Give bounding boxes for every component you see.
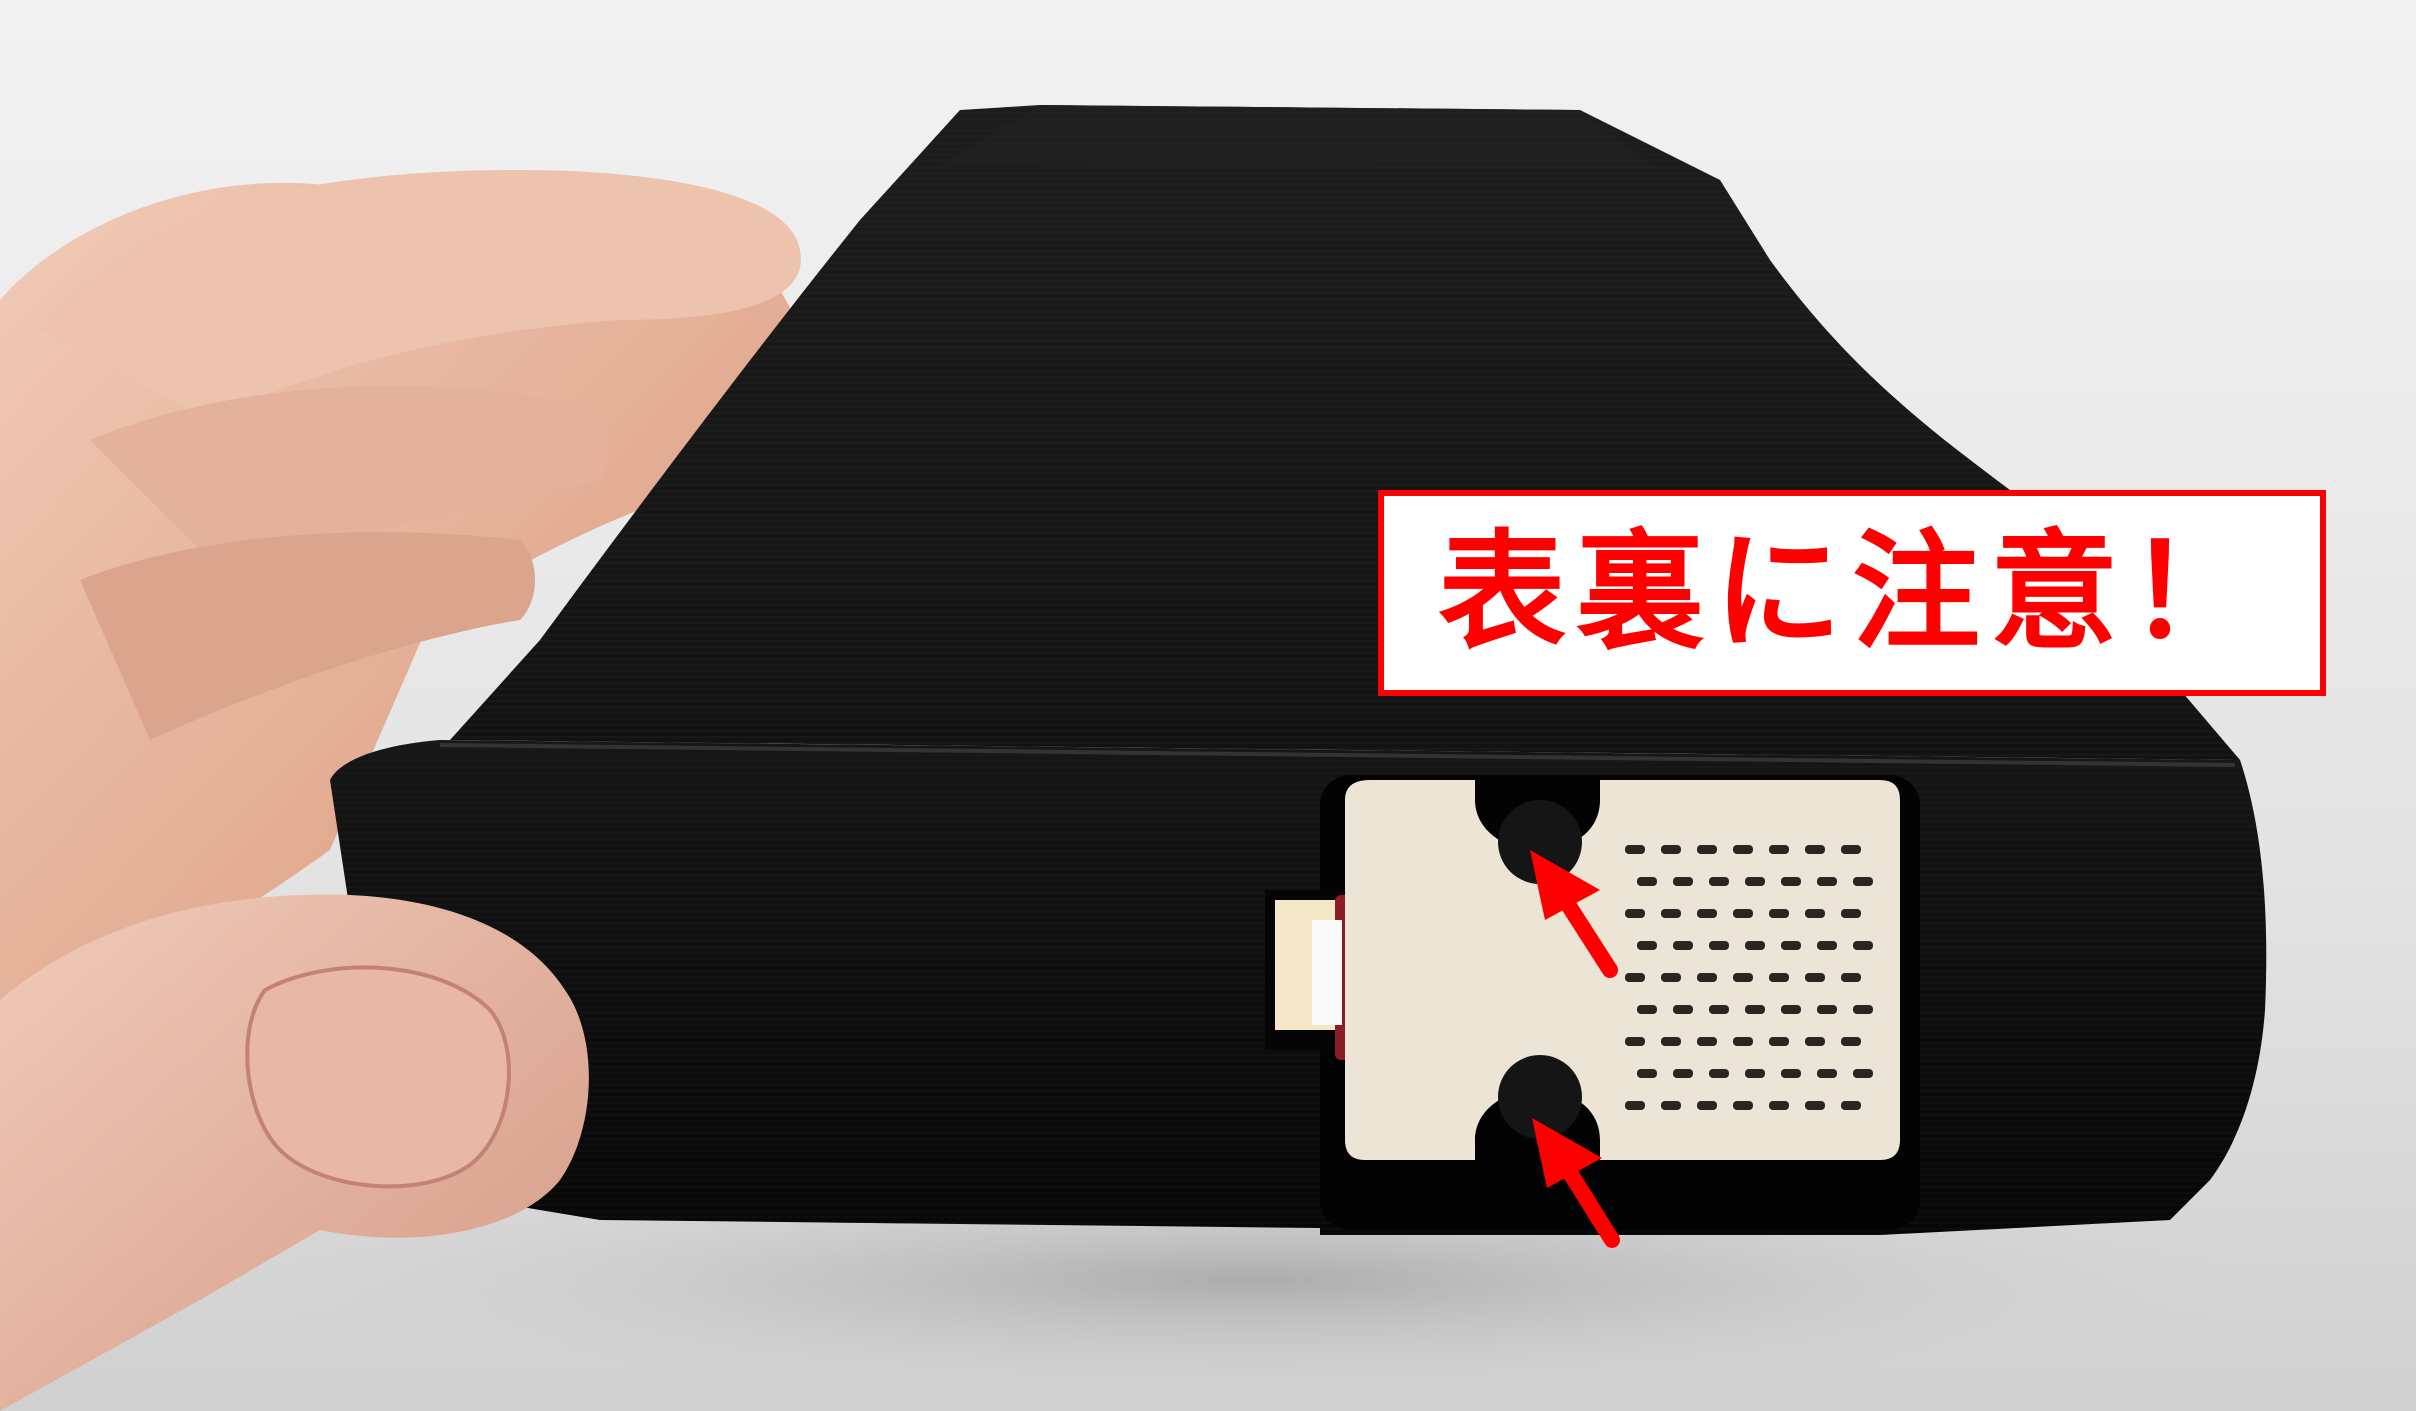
vent-hole	[1709, 877, 1729, 886]
vent-hole	[1697, 1101, 1717, 1110]
vent-hole	[1841, 909, 1861, 918]
vent-hole	[1841, 973, 1861, 982]
connector-plug	[1312, 920, 1342, 1025]
vent-hole	[1673, 941, 1693, 950]
vent-hole	[1817, 877, 1837, 886]
vent-hole	[1817, 1005, 1837, 1014]
vent-hole	[1625, 1101, 1645, 1110]
vent-hole	[1745, 941, 1765, 950]
vent-hole	[1697, 909, 1717, 918]
vent-hole	[1841, 1101, 1861, 1110]
vent-hole	[1625, 845, 1645, 854]
vent-hole	[1781, 1005, 1801, 1014]
vent-hole	[1697, 845, 1717, 854]
vent-hole	[1853, 877, 1873, 886]
vent-hole	[1769, 973, 1789, 982]
vent-hole	[1661, 973, 1681, 982]
vent-hole	[1781, 941, 1801, 950]
vent-hole	[1817, 941, 1837, 950]
vent-hole	[1673, 1069, 1693, 1078]
vent-hole	[1805, 909, 1825, 918]
vent-hole	[1805, 973, 1825, 982]
vent-hole	[1841, 845, 1861, 854]
vent-hole	[1709, 941, 1729, 950]
vent-hole	[1697, 1037, 1717, 1046]
vent-hole	[1709, 1005, 1729, 1014]
vent-hole	[1733, 973, 1753, 982]
vent-hole	[1637, 1069, 1657, 1078]
vent-hole	[1673, 877, 1693, 886]
vent-hole	[1733, 1037, 1753, 1046]
vent-hole	[1697, 973, 1717, 982]
vent-hole	[1745, 877, 1765, 886]
vent-hole	[1853, 941, 1873, 950]
vent-hole	[1805, 845, 1825, 854]
vent-hole	[1733, 845, 1753, 854]
vent-hole	[1661, 1037, 1681, 1046]
vent-hole	[1733, 1101, 1753, 1110]
vent-hole	[1805, 1037, 1825, 1046]
vent-hole	[1661, 845, 1681, 854]
vent-hole	[1853, 1005, 1873, 1014]
vent-hole	[1637, 877, 1657, 886]
vent-hole	[1637, 1005, 1657, 1014]
vent-hole	[1661, 909, 1681, 918]
callout-text: 表裏に注意！	[1437, 518, 2266, 667]
vent-hole	[1733, 909, 1753, 918]
vent-hole	[1769, 909, 1789, 918]
vent-hole	[1769, 1101, 1789, 1110]
vent-hole	[1637, 941, 1657, 950]
vent-hole	[1853, 1069, 1873, 1078]
vent-hole	[1745, 1069, 1765, 1078]
sensor-module	[1345, 780, 1900, 1160]
vent-hole	[1781, 1069, 1801, 1078]
vent-hole	[1805, 1101, 1825, 1110]
vent-hole	[1781, 877, 1801, 886]
vent-hole	[1841, 1037, 1861, 1046]
thumb-nail	[245, 965, 511, 1189]
vent-hole	[1625, 909, 1645, 918]
vent-hole	[1769, 1037, 1789, 1046]
vent-hole	[1625, 973, 1645, 982]
vent-hole	[1745, 1005, 1765, 1014]
vent-hole	[1709, 1069, 1729, 1078]
photo-scene	[0, 0, 2416, 1411]
vent-hole	[1817, 1069, 1837, 1078]
vent-hole	[1769, 845, 1789, 854]
vent-hole	[1625, 1037, 1645, 1046]
vent-hole	[1661, 1101, 1681, 1110]
callout-box: 表裏に注意！	[1378, 490, 2326, 696]
vent-hole	[1673, 1005, 1693, 1014]
